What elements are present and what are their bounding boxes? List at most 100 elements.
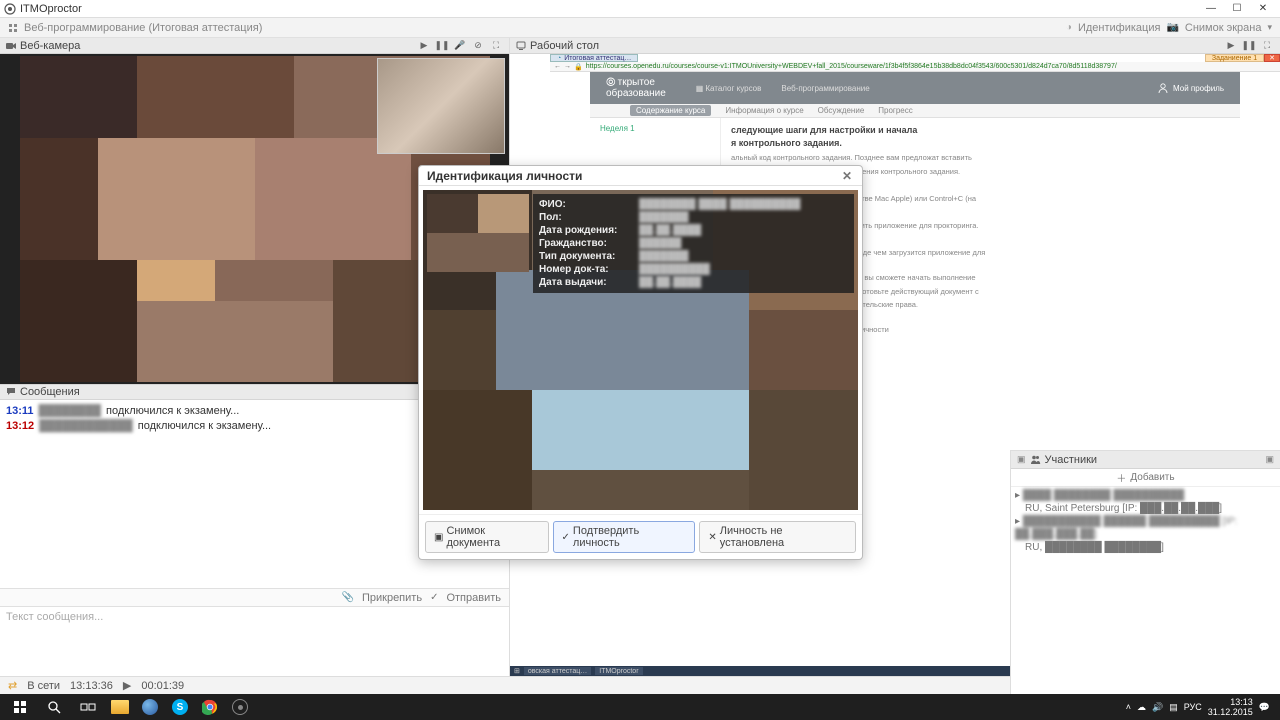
status-clock: 13:13:36	[70, 680, 113, 692]
participants-panel: ▣ Участники ▣ ＋ Добавить ▸ ████ ████████…	[1010, 450, 1280, 694]
site-logo[interactable]: ⦾ткрытое образование	[606, 77, 666, 99]
attach-button[interactable]: Прикрепить	[362, 592, 422, 604]
messages-title: Сообщения	[20, 386, 80, 398]
field-gender-value: ███████	[639, 211, 689, 224]
nav-catalog[interactable]: ▦Каталог курсов	[696, 84, 762, 93]
camera-icon: 📷	[1166, 22, 1178, 33]
message-input[interactable]: Текст сообщения...	[0, 606, 509, 676]
expand-icon[interactable]: ⛶	[1260, 40, 1274, 52]
identity-modal: Идентификация личности ✕	[418, 165, 863, 560]
participant-location: RU, ████████ ████████]	[1015, 541, 1276, 554]
tray-chevron-icon[interactable]: ˄	[1126, 702, 1131, 712]
pause-icon[interactable]: ❚❚	[1242, 40, 1256, 52]
course-subnav: Содержание курса Информация о курсе Обсу…	[590, 104, 1240, 118]
mic-icon[interactable]: 🎤	[453, 40, 467, 52]
taskbar-item: ITMOproctor	[595, 667, 642, 675]
tray-volume-icon[interactable]: 🔊	[1152, 702, 1163, 713]
field-issued-value: ██.██.████	[639, 276, 701, 289]
webcam-pip	[377, 58, 505, 154]
modal-close-button[interactable]: ✕	[840, 169, 854, 183]
confirm-identity-button[interactable]: ✓Подтвердить личность	[553, 521, 696, 553]
pause-icon[interactable]: ❚❚	[435, 40, 449, 52]
play-icon[interactable]: ▶	[417, 40, 431, 52]
message-text: подключился к экзамену...	[135, 420, 271, 432]
play-icon: ▶	[123, 679, 131, 692]
identity-image: ФИО:████████ ████ ██████████ Пол:███████…	[423, 190, 858, 510]
message-author: ████████████	[37, 420, 135, 432]
desktop-header: Рабочий стол ▶ ❚❚ ⛶	[510, 38, 1280, 54]
nav-forward-icon[interactable]: →	[564, 63, 571, 70]
system-tray[interactable]: ˄ ☁ 🔊 ▤ РУС 13:13 31.12.2015 💬	[1126, 697, 1276, 717]
tray-notifications-icon[interactable]: 💬	[1259, 702, 1270, 713]
taskbar-item: овская аттестац…	[524, 667, 591, 675]
tab-info[interactable]: Информация о курсе	[725, 106, 803, 115]
field-dob-label: Дата рождения:	[539, 224, 639, 237]
status-elapsed: 00:01:39	[141, 680, 184, 692]
breadcrumb-icon	[8, 23, 18, 33]
mute-icon[interactable]: ⊘	[471, 40, 485, 52]
browser-tab[interactable]: ◔Итоговая аттестац…	[550, 54, 638, 62]
expand-icon[interactable]: ▣	[1265, 454, 1274, 465]
participant-row[interactable]: ▸ ████ ████████ ██████████	[1015, 489, 1276, 502]
webcam-title: Веб-камера	[20, 40, 80, 52]
nav-profile[interactable]: Мой профиль	[1157, 82, 1224, 94]
week-link[interactable]: Неделя 1	[600, 124, 710, 133]
message-time: 13:11	[6, 405, 34, 417]
close-button[interactable]: ✕	[1250, 1, 1276, 17]
search-button[interactable]	[38, 694, 70, 720]
attach-icon: 📎	[342, 592, 354, 603]
chat-icon	[6, 387, 16, 397]
identity-info-overlay: ФИО:████████ ████ ██████████ Пол:███████…	[533, 194, 854, 293]
breadcrumb-bar: Веб-программирование (Итоговая аттестаци…	[0, 18, 1280, 38]
minimize-button[interactable]: —	[1198, 1, 1224, 17]
field-citizen-label: Гражданство:	[539, 237, 639, 250]
itmoproctor-app[interactable]	[226, 696, 254, 718]
webcam-icon	[6, 41, 16, 51]
nav-back-icon[interactable]: ←	[554, 63, 561, 70]
identification-link[interactable]: Идентификация	[1078, 22, 1160, 34]
edge-app[interactable]	[136, 696, 164, 718]
screenshot-link[interactable]: Снимок экрана	[1185, 22, 1262, 34]
snapshot-document-button[interactable]: ▣Снимок документа	[425, 521, 549, 553]
add-participant-button[interactable]: ＋ Добавить	[1011, 469, 1280, 487]
tray-clock[interactable]: 13:13 31.12.2015	[1208, 697, 1253, 717]
tab-progress[interactable]: Прогресс	[878, 106, 912, 115]
message-placeholder: Текст сообщения...	[6, 611, 103, 623]
skype-app[interactable]: S	[166, 696, 194, 718]
start-icon: ⊞	[514, 667, 520, 675]
tray-onedrive-icon[interactable]: ☁	[1137, 702, 1146, 713]
breadcrumb: Веб-программирование (Итоговая аттестаци…	[24, 22, 262, 34]
explorer-app[interactable]	[106, 696, 134, 718]
modal-title: Идентификация личности	[427, 169, 582, 183]
participant-location: RU, Saint Petersburg [IP: ███.██.██.███]	[1015, 502, 1276, 515]
send-icon: ✓	[430, 592, 438, 603]
participant-row[interactable]: ▸ ███████████ ██████ ██████████ [IP: ██.…	[1015, 515, 1276, 541]
taskview-button[interactable]	[72, 694, 104, 720]
expand-icon[interactable]: ⛶	[489, 40, 503, 52]
browser-tab-warning[interactable]: Заданиение 1	[1205, 54, 1264, 62]
tray-network-icon[interactable]: ▤	[1169, 702, 1178, 713]
chrome-app[interactable]	[196, 696, 224, 718]
tray-lang[interactable]: РУС	[1184, 702, 1202, 712]
send-button[interactable]: Отправить	[446, 592, 501, 604]
chevron-down-icon[interactable]: ▾	[1267, 22, 1272, 33]
field-docnum-label: Номер док-та:	[539, 263, 639, 276]
nav-course[interactable]: Веб-программирование	[781, 84, 869, 93]
plus-icon: ＋	[1116, 470, 1126, 485]
webcam-header: Веб-камера ▶ ❚❚ 🎤 ⊘ ⛶	[0, 38, 509, 54]
camera-icon: ▣	[434, 532, 443, 543]
collapse-icon[interactable]: ▣	[1017, 454, 1026, 465]
message-time: 13:12	[6, 420, 34, 432]
tab-discussion[interactable]: Обсуждение	[818, 106, 865, 115]
field-docnum-value: ██████████	[639, 263, 710, 276]
field-doctype-value: ███████	[639, 250, 689, 263]
reject-identity-button[interactable]: ✕Личность не установлена	[699, 521, 856, 553]
start-button[interactable]	[4, 694, 36, 720]
browser-addressbar: ← → 🔒 https://courses.openedu.ru/courses…	[550, 62, 1280, 72]
participants-title: Участники	[1045, 454, 1098, 466]
browser-url[interactable]: https://courses.openedu.ru/courses/cours…	[586, 63, 1117, 70]
play-icon[interactable]: ▶	[1224, 40, 1238, 52]
browser-close-tab[interactable]: ✕	[1264, 54, 1280, 62]
tab-content[interactable]: Содержание курса	[630, 105, 711, 116]
maximize-button[interactable]: ☐	[1224, 1, 1250, 17]
